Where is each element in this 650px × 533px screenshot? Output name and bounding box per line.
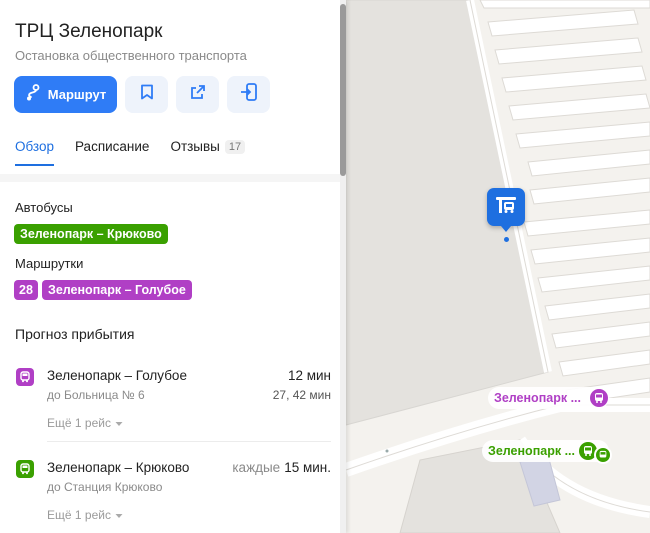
arrival-interval-prefix: каждые <box>232 460 281 475</box>
share-button[interactable] <box>176 76 219 113</box>
tab-label: Обзор <box>15 139 54 154</box>
tab-label: Расписание <box>75 139 150 154</box>
route-button[interactable]: Маршрут <box>14 76 117 113</box>
arrival-row[interactable]: Зеленопарк – Голубое до Больница № 6 12 … <box>0 365 340 453</box>
bookmark-icon <box>140 84 154 105</box>
chevron-down-icon <box>115 508 123 522</box>
panel-body: Автобусы Зеленопарк – Крюково Маршрутки … <box>0 182 340 533</box>
minibus-label: Маршрутки <box>15 256 84 271</box>
bus-stop-pin[interactable] <box>487 188 525 232</box>
arrival-time: каждые 15 мин. <box>232 460 331 475</box>
arrival-row[interactable]: Зеленопарк – Крюково до Станция Крюково … <box>0 457 340 533</box>
chevron-down-icon <box>115 416 123 430</box>
more-trips-label: Ещё 1 рейс <box>47 416 111 430</box>
more-trips-toggle[interactable]: Ещё 1 рейс <box>47 508 123 522</box>
pin-location-dot <box>504 237 509 242</box>
section-divider <box>0 174 340 182</box>
bus-stop-icon <box>494 195 518 220</box>
send-to-phone-button[interactable] <box>227 76 270 113</box>
tab-reviews[interactable]: Отзывы 17 <box>170 139 246 166</box>
route-button-label: Маршрут <box>47 87 107 102</box>
bus-route-chip[interactable]: Зеленопарк – Крюково <box>14 224 168 244</box>
arrival-destination: до Больница № 6 <box>47 388 145 402</box>
map-label-bus-stop[interactable]: Зеленопарк ... <box>482 440 612 464</box>
bus-icon <box>593 446 612 464</box>
forecast-title: Прогноз прибытия <box>15 326 135 342</box>
buses-label: Автобусы <box>15 200 73 215</box>
arrival-next-times: 27, 42 мин <box>272 388 331 402</box>
scrollbar-thumb[interactable] <box>340 4 346 176</box>
bookmark-button[interactable] <box>125 76 168 113</box>
minibus-icon <box>589 389 608 407</box>
page-title: ТРЦ Зеленопарк <box>15 21 163 42</box>
place-category: Остановка общественного транспорта <box>15 48 247 63</box>
arrival-time-value: 15 мин. <box>284 460 331 475</box>
minibus-number-chip[interactable]: 28 <box>14 280 38 300</box>
arrival-divider <box>47 441 331 442</box>
reviews-count-badge: 17 <box>224 139 246 154</box>
action-buttons: Маршрут <box>14 76 270 113</box>
share-icon <box>190 84 206 105</box>
arrival-time: 12 мин <box>288 368 331 383</box>
panel-scrollbar[interactable] <box>340 0 346 533</box>
tab-overview[interactable]: Обзор <box>15 139 54 166</box>
tab-bar: Обзор Расписание Отзывы 17 <box>15 139 266 166</box>
minibus-route-chip[interactable]: Зеленопарк – Голубое <box>42 280 192 300</box>
arrival-time-value: 12 мин <box>287 368 331 383</box>
more-trips-toggle[interactable]: Ещё 1 рейс <box>47 416 123 430</box>
bus-icon <box>16 460 34 478</box>
place-panel: ТРЦ Зеленопарк Остановка общественного т… <box>0 0 346 533</box>
route-icon <box>25 84 41 105</box>
map-label-text: Зеленопарк ... <box>494 391 581 405</box>
more-trips-label: Ещё 1 рейс <box>47 508 111 522</box>
arrival-destination: до Станция Крюково <box>47 480 163 494</box>
panel-header: ТРЦ Зеленопарк Остановка общественного т… <box>0 0 340 174</box>
tab-schedule[interactable]: Расписание <box>75 139 149 166</box>
tab-label: Отзывы <box>170 139 220 154</box>
minibus-icon <box>16 368 34 386</box>
arrival-route-name: Зеленопарк – Голубое <box>47 368 187 383</box>
map-label-text: Зеленопарк ... <box>488 444 575 458</box>
arrival-route-name: Зеленопарк – Крюково <box>47 460 190 475</box>
map-label-minibus-stop[interactable]: Зеленопарк ... <box>488 387 609 409</box>
send-to-phone-icon <box>240 83 258 106</box>
